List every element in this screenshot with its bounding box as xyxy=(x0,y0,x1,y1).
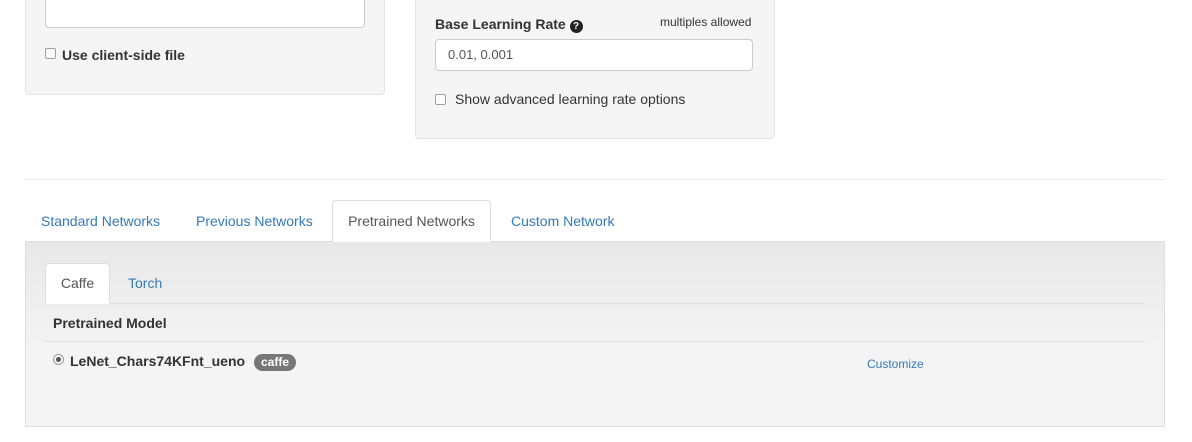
pretrained-model-header: Pretrained Model xyxy=(53,315,167,331)
table-header-divider xyxy=(45,341,1145,342)
advanced-lr-checkbox[interactable] xyxy=(435,94,446,105)
question-circle-icon[interactable]: ? xyxy=(569,20,583,33)
section-divider xyxy=(25,179,1165,180)
tab-caffe[interactable]: Caffe xyxy=(45,263,110,304)
customize-link[interactable]: Customize xyxy=(867,357,924,371)
use-client-side-checkbox[interactable] xyxy=(45,48,56,59)
framework-tabs-baseline xyxy=(45,303,1145,304)
tab-custom-network[interactable]: Custom Network xyxy=(511,211,614,231)
data-path-textarea[interactable] xyxy=(45,0,365,28)
learning-rate-input[interactable]: 0.01, 0.001 xyxy=(435,39,753,71)
multiples-allowed-hint: multiples allowed xyxy=(660,15,752,29)
model-radio[interactable] xyxy=(53,354,64,365)
base-learning-rate-label: Base Learning Rate ? xyxy=(435,16,583,33)
tab-torch[interactable]: Torch xyxy=(128,273,162,293)
advanced-lr-label: Show advanced learning rate options xyxy=(455,91,686,107)
table-row[interactable] xyxy=(53,354,64,365)
model-name: LeNet_Chars74KFnt_ueno xyxy=(70,353,246,369)
use-client-side-label: Use client-side file xyxy=(62,47,185,63)
pretrained-networks-panel xyxy=(25,242,1165,427)
base-learning-rate-text: Base Learning Rate xyxy=(435,16,566,32)
radio-selected-dot xyxy=(56,357,61,362)
tab-pretrained-networks[interactable]: Pretrained Networks xyxy=(332,200,491,242)
framework-badge: caffe xyxy=(254,354,297,371)
tab-previous-networks[interactable]: Previous Networks xyxy=(196,211,313,231)
tab-standard-networks[interactable]: Standard Networks xyxy=(41,211,160,231)
